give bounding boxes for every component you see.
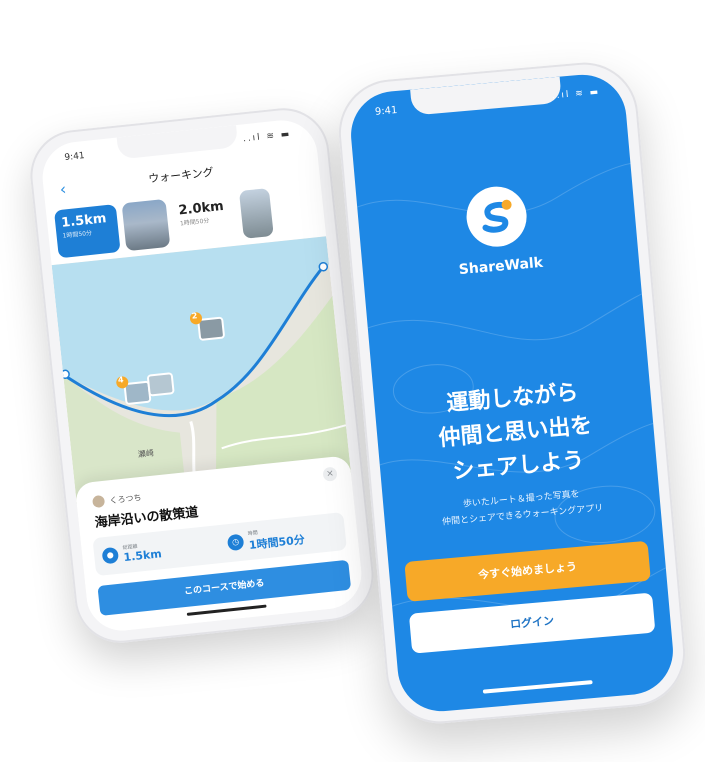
route-card[interactable]: 2.0km 1時間50分 xyxy=(171,191,238,246)
user-name: くろつち xyxy=(109,492,142,505)
stat-value: 1.5km xyxy=(122,547,163,565)
stat-distance: ● 総距離 1.5km xyxy=(92,525,221,576)
footprint-icon: ● xyxy=(101,546,120,565)
logo-mark xyxy=(482,199,512,233)
left-phone-screen: 9:41 ..ıl ≋ ▬ ‹ ウォーキング 1.5km 1時間50分 2.0k… xyxy=(39,116,365,635)
avatar xyxy=(92,494,106,509)
status-time: 9:41 xyxy=(64,151,86,164)
route-card-selected[interactable]: 1.5km 1時間50分 xyxy=(53,204,121,259)
status-icons: ..ıl ≋ ▬ xyxy=(242,129,292,145)
close-icon[interactable]: × xyxy=(322,466,338,482)
user-row: くろつち xyxy=(92,491,142,509)
back-icon[interactable]: ‹ xyxy=(59,179,67,200)
home-indicator xyxy=(186,604,267,616)
left-phone: 9:41 ..ıl ≋ ▬ ‹ ウォーキング 1.5km 1時間50分 2.0k… xyxy=(25,103,379,648)
route-photo[interactable] xyxy=(121,198,171,252)
map-place-label: 瀬崎 xyxy=(137,448,155,460)
map-marker-label: 4 xyxy=(117,375,125,385)
right-phone: 9:41 ..ıl ≋ ▬ ShareWalk 運動しながら 仲間と思い出を シ… xyxy=(334,58,690,728)
map-marker-label: 2 xyxy=(191,311,198,321)
nav-title: ウォーキング xyxy=(147,165,215,186)
clock-icon: ◷ xyxy=(226,533,245,552)
course-sheet: くろつち × 海岸沿いの散策道 ● 総距離 1.5km ◷ 時間 1時間50分 xyxy=(74,455,365,635)
route-photo[interactable] xyxy=(238,187,274,239)
stat-time: ◷ 時間 1時間50分 xyxy=(218,512,347,563)
status-time: 9:41 xyxy=(374,104,398,118)
right-phone-screen: 9:41 ..ıl ≋ ▬ ShareWalk 運動しながら 仲間と思い出を シ… xyxy=(347,71,677,715)
